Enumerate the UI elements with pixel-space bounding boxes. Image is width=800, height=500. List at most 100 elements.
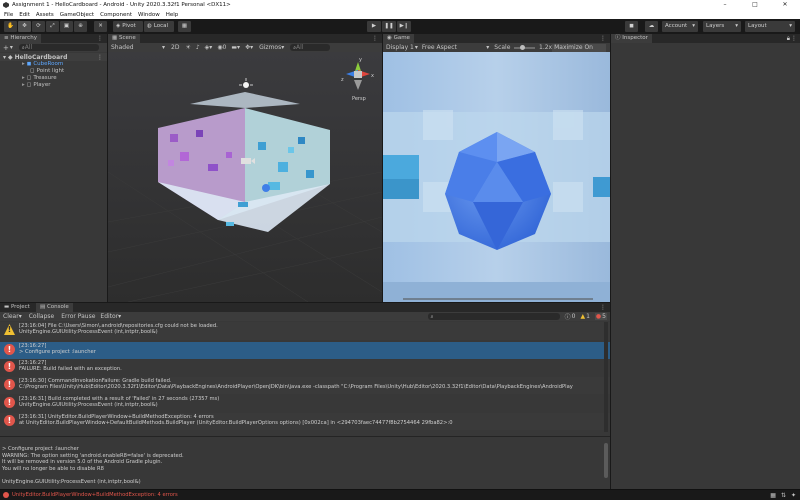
expand-arrow-icon[interactable]: ▾ — [3, 54, 6, 61]
scale-slider-thumb[interactable] — [519, 44, 525, 50]
info-filter-toggle[interactable]: ⓘ 0 — [565, 312, 576, 321]
hierarchy-item-treasure[interactable]: ▸ ◻ Treasure — [22, 75, 57, 82]
shading-mode-dropdown[interactable]: Shaded ▾ — [111, 44, 165, 51]
error-filter-toggle[interactable]: ● 5 — [594, 313, 607, 320]
maximize-button[interactable]: □ — [740, 0, 770, 10]
debug-icon[interactable]: ✦ — [791, 492, 796, 499]
chevron-down-icon[interactable]: ▾ — [10, 44, 13, 51]
menu-component[interactable]: Component — [100, 12, 132, 18]
kebab-menu-icon[interactable]: ⋮ — [600, 35, 606, 42]
clear-button[interactable]: Clear ▾ — [3, 313, 22, 320]
rotate-tool-icon[interactable]: ⟳ — [32, 21, 45, 32]
persp-label[interactable]: Persp — [352, 96, 366, 102]
view-2d-toggle[interactable]: 2D — [171, 44, 179, 51]
hierarchy-item-point-light[interactable]: ◻ Point light — [22, 68, 64, 75]
local-toggle[interactable]: ◍ Local — [144, 21, 174, 32]
log-entry[interactable]: ! [23:16:04] File C:\Users\Simon\.androi… — [0, 322, 610, 340]
auto-generate-lighting-icon[interactable]: ▦ — [770, 492, 776, 499]
rect-tool-icon[interactable]: ▣ — [60, 21, 73, 32]
close-window-button[interactable]: ✕ — [770, 0, 800, 10]
detail-scrollbar[interactable] — [604, 443, 608, 478]
kebab-menu-icon[interactable]: ⋮ — [97, 35, 103, 42]
hand-tool-icon[interactable]: ✋ — [4, 21, 17, 32]
custom-tool-icon[interactable]: ✕ — [94, 21, 107, 32]
status-message[interactable]: UnityEditor.BuildPlayerWindow+BuildMetho… — [12, 492, 178, 498]
tab-hierarchy[interactable]: ≡ Hierarchy — [0, 34, 41, 43]
aspect-dropdown[interactable]: Free Aspect ▾ — [422, 44, 489, 51]
lock-icon[interactable]: 🔒︎ — [787, 35, 790, 43]
collab-icon[interactable]: ◼ — [625, 21, 638, 32]
menu-gameobject[interactable]: GameObject — [60, 12, 94, 18]
log-entry-selected[interactable]: ! [23:16:27] > Configure project :launch… — [0, 342, 610, 360]
tab-project[interactable]: ▬ Project — [0, 303, 34, 312]
transform-tool-icon[interactable]: ⊕ — [74, 21, 87, 32]
pivot-toggle[interactable]: ◈ Pivot — [113, 21, 143, 32]
scene-root-item[interactable]: ▾ ◆ HelloCardboard ⋮ — [0, 53, 107, 61]
console-detail-divider[interactable] — [0, 436, 610, 437]
scale-tool-icon[interactable]: ⤢ — [46, 21, 59, 32]
layout-dropdown[interactable]: Layout ▾ — [745, 21, 795, 32]
game-view-scrollbar[interactable] — [403, 298, 593, 300]
scene-search-input[interactable]: ⌕ All — [290, 44, 331, 51]
step-button[interactable]: ▶❙ — [397, 21, 411, 32]
shading-mode-label: Shaded — [111, 44, 134, 51]
menu-window[interactable]: Window — [138, 12, 160, 18]
audio-icon[interactable]: ♪ — [196, 44, 200, 51]
cloud-icon[interactable]: ☁ — [645, 21, 658, 32]
kebab-menu-icon[interactable]: ⋮ — [372, 35, 378, 42]
warning-filter-toggle[interactable]: ▲ 1 — [580, 313, 589, 320]
maximize-on-play-toggle[interactable]: Maximize On Play — [552, 43, 606, 59]
scene-viewport[interactable]: y x z Persp — [108, 52, 382, 302]
layers-label: Layers — [706, 23, 725, 29]
menu-assets[interactable]: Assets — [36, 12, 54, 18]
expand-arrow-icon[interactable]: ▸ — [22, 61, 25, 68]
log-entry[interactable]: ! [23:16:31] UnityEditor.BuildPlayerWind… — [0, 413, 610, 430]
log-entry[interactable]: ! [23:16:27] FAILURE: Build failed with … — [0, 359, 610, 376]
hierarchy-item-label: Player — [33, 82, 51, 88]
expand-arrow-icon[interactable]: ▸ — [22, 82, 25, 89]
camera-icon[interactable]: ▬▾ — [231, 44, 240, 51]
menu-edit[interactable]: Edit — [19, 12, 30, 18]
console-search-input[interactable]: ⌕ — [427, 313, 560, 320]
kebab-menu-icon[interactable]: ⋮ — [97, 54, 103, 61]
hierarchy-item-cuberoom[interactable]: ▸ ◼ CubeRoom — [22, 61, 63, 68]
lighting-icon[interactable]: ☀ — [185, 44, 190, 51]
scale-slider[interactable] — [514, 44, 536, 50]
add-icon[interactable]: + — [3, 44, 9, 52]
account-dropdown[interactable]: Account ▾ — [662, 21, 698, 32]
tab-scene[interactable]: ▦ Scene — [108, 34, 140, 43]
expand-arrow-icon[interactable]: ▸ — [22, 75, 25, 82]
error-icon: ! — [4, 397, 15, 408]
hierarchy-search-input[interactable]: ⌕ All — [18, 44, 99, 51]
log-entry[interactable]: ! [23:16:31] Build completed with a resu… — [0, 395, 610, 412]
tab-console[interactable]: ▤ Console — [36, 303, 73, 312]
layers-dropdown[interactable]: Layers ▾ — [703, 21, 741, 32]
display-dropdown[interactable]: Display 1 ▾ — [386, 44, 418, 51]
scale-value: 1.2x — [539, 44, 553, 51]
pause-button[interactable]: ❚❚ — [382, 21, 396, 32]
grid-snap-icon[interactable]: ▦ — [178, 21, 191, 32]
play-button[interactable]: ▶ — [367, 21, 381, 32]
title-bar: Assignment 1 - HelloCardboard - Android … — [0, 0, 800, 10]
tools-icon[interactable]: ✥▾ — [245, 44, 253, 51]
kebab-menu-icon[interactable]: ⋮ — [791, 35, 797, 42]
move-tool-icon[interactable]: ✥ — [18, 21, 31, 32]
network-icon[interactable]: ⇅ — [781, 492, 786, 499]
tab-game[interactable]: ◉ Game — [383, 34, 414, 43]
menu-file[interactable]: File — [4, 12, 13, 18]
visibility-icon[interactable]: ◉0 — [217, 44, 226, 51]
collapse-toggle[interactable]: Collapse — [29, 313, 55, 320]
tab-inspector[interactable]: ⓘ Inspector — [611, 34, 652, 43]
minimize-button[interactable]: – — [710, 0, 740, 10]
editor-dropdown[interactable]: Editor ▾ — [100, 313, 121, 320]
log-entry[interactable]: ! [23:16:30] CommandInvokationFailure: G… — [0, 377, 610, 394]
log-entries-scrollbar[interactable] — [604, 322, 608, 432]
hierarchy-item-player[interactable]: ▸ ◻ Player — [22, 82, 50, 89]
error-pause-toggle[interactable]: Error Pause — [61, 313, 95, 320]
gizmos-dropdown[interactable]: Gizmos ▾ — [259, 44, 284, 51]
kebab-menu-icon[interactable]: ⋮ — [600, 304, 606, 311]
search-placeholder: All — [24, 44, 33, 51]
chevron-down-icon: ▾ — [692, 23, 695, 29]
effects-icon[interactable]: ◈▾ — [205, 44, 213, 51]
menu-help[interactable]: Help — [166, 12, 179, 18]
